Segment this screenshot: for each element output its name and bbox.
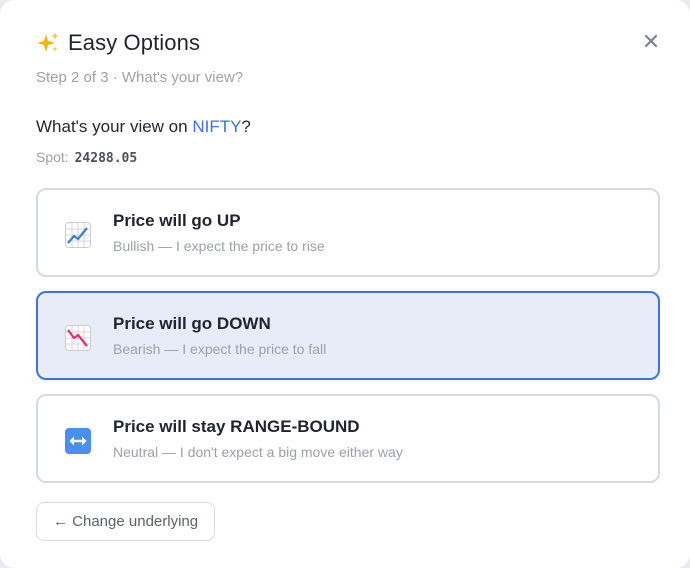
option-description: Neutral — I don't expect a big move eith… [113, 444, 403, 460]
view-question: What's your view on NIFTY? [36, 117, 251, 137]
easy-options-modal: Easy Options Step 2 of 3 · What's your v… [0, 0, 690, 568]
close-icon[interactable] [642, 32, 660, 50]
option-label: Price will stay RANGE-BOUND [113, 417, 360, 436]
question-suffix: ? [241, 117, 251, 136]
left-right-arrow-icon [65, 428, 91, 454]
underlying-symbol: NIFTY [192, 117, 242, 136]
sparkles-icon [37, 32, 59, 52]
question-prefix: What's your view on [36, 117, 193, 136]
chart-increasing-icon [65, 222, 91, 248]
option-card-range-bound[interactable]: Price will stay RANGE-BOUND Neutral — I … [36, 394, 660, 483]
step-indicator: Step 2 of 3 · What's your view? [36, 69, 244, 86]
option-label: Price will go DOWN [113, 314, 271, 333]
spot-label: Spot: [36, 149, 69, 165]
option-card-down[interactable]: Price will go DOWN Bearish — I expect th… [36, 291, 660, 380]
spot-price: Spot: 24288.05 [36, 149, 137, 166]
option-card-up[interactable]: Price will go UP Bullish — I expect the … [36, 188, 660, 277]
spot-value: 24288.05 [74, 151, 138, 166]
option-label: Price will go UP [113, 211, 241, 230]
chart-decreasing-icon [65, 325, 91, 351]
option-description: Bearish — I expect the price to fall [113, 341, 327, 357]
option-description: Bullish — I expect the price to rise [113, 238, 325, 254]
change-underlying-button[interactable]: ← Change underlying [36, 502, 216, 541]
modal-title: Easy Options [68, 30, 201, 55]
modal-header: Easy Options [36, 30, 200, 56]
